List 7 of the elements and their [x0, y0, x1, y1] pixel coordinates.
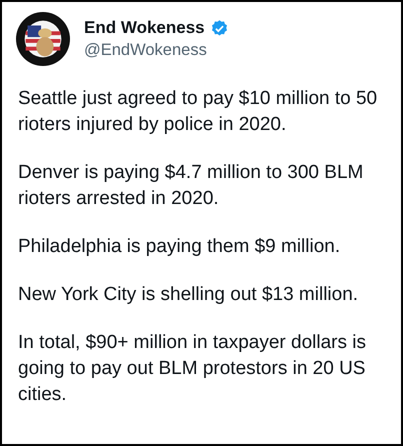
- tweet-paragraph: In total, $90+ million in taxpayer dollars is going to pay out BLM protestors in 20 US cities.: [18, 331, 367, 407]
- tweet-paragraph: New York City is shelling out $13 million.: [18, 283, 360, 307]
- tweet-paragraph: Seattle just agreed to pay $10 million to 50 rioters injured by police in 2020.: [18, 87, 378, 137]
- tweet-paragraph: Denver is paying $4.7 million to 300 BLM rioters arrested in 2020.: [18, 161, 364, 211]
- username: @EndWokeness: [84, 41, 208, 60]
- tweet-paragraph: Philadelphia is paying them $9 million.: [18, 235, 342, 259]
- display-name: End Wokeness: [84, 18, 205, 38]
